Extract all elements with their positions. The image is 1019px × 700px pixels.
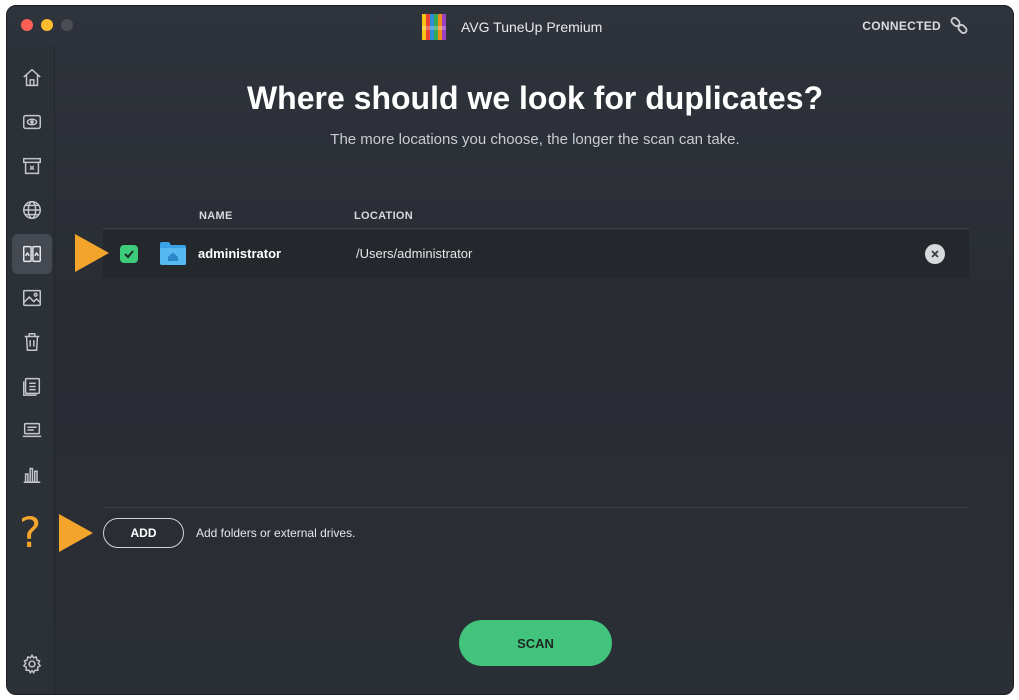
list-bottom-divider [103, 507, 969, 508]
window-minimize-button[interactable] [41, 19, 53, 31]
archive-box-icon [23, 157, 41, 175]
location-name: administrator [198, 246, 282, 261]
avg-logo-icon [422, 14, 446, 40]
sidebar-item-duplicates[interactable] [12, 234, 52, 274]
connection-status: CONNECTED [862, 19, 941, 33]
home-icon [23, 68, 41, 87]
sidebar-item-disk[interactable] [12, 102, 52, 142]
app-title-text: AVG TuneUp Premium [461, 19, 603, 35]
sidebar-item-settings[interactable] [12, 644, 52, 684]
header-divider [103, 228, 969, 229]
list-doc-icon [23, 377, 41, 396]
sidebar-item-trash[interactable] [12, 322, 52, 362]
checkmark-icon [124, 250, 134, 259]
laptop-icon [22, 422, 42, 438]
link-icon[interactable] [949, 16, 969, 36]
sidebar-item-browser[interactable] [12, 190, 52, 230]
window-close-button[interactable] [21, 19, 33, 31]
add-hint-text: Add folders or external drives. [196, 526, 356, 540]
duplicates-icon [23, 245, 41, 263]
globe-icon [23, 201, 41, 219]
sidebar-item-home[interactable] [12, 58, 52, 98]
add-location-button[interactable]: ADD [103, 518, 184, 548]
scan-button[interactable]: SCAN [459, 620, 612, 666]
highlight-arrow-icon [75, 234, 109, 272]
close-icon [931, 250, 939, 258]
highlight-arrow-icon [59, 514, 93, 552]
sidebar: ? [7, 46, 55, 694]
window-zoom-button[interactable] [61, 19, 73, 31]
title-bar: AVG TuneUp Premium CONNECTED [7, 6, 1013, 46]
location-path: /Users/administrator [356, 246, 473, 261]
location-row[interactable]: administrator /Users/administrator [103, 230, 969, 278]
location-checkbox[interactable] [120, 245, 138, 263]
app-window: AVG TuneUp Premium CONNECTED ? Where sho… [6, 5, 1014, 695]
home-folder-icon [160, 242, 186, 265]
column-header-location[interactable]: LOCATION [354, 210, 413, 222]
page-subtitle: The more locations you choose, the longe… [330, 131, 740, 148]
gear-icon [22, 653, 42, 675]
sidebar-item-system[interactable] [12, 410, 52, 450]
sidebar-item-applications[interactable] [12, 366, 52, 406]
app-title: AVG TuneUp Premium [419, 12, 602, 42]
photo-icon [23, 289, 41, 307]
help-button[interactable]: ? [19, 508, 41, 557]
column-header-name[interactable]: NAME [199, 210, 233, 222]
sidebar-item-stats[interactable] [12, 454, 52, 494]
disk-eye-icon [23, 114, 41, 130]
trash-icon [24, 333, 40, 351]
sidebar-item-photos[interactable] [12, 278, 52, 318]
remove-location-button[interactable] [925, 244, 945, 264]
sidebar-item-archive[interactable] [12, 146, 52, 186]
page-title: Where should we look for duplicates? [246, 80, 824, 116]
bar-chart-icon [23, 467, 41, 483]
